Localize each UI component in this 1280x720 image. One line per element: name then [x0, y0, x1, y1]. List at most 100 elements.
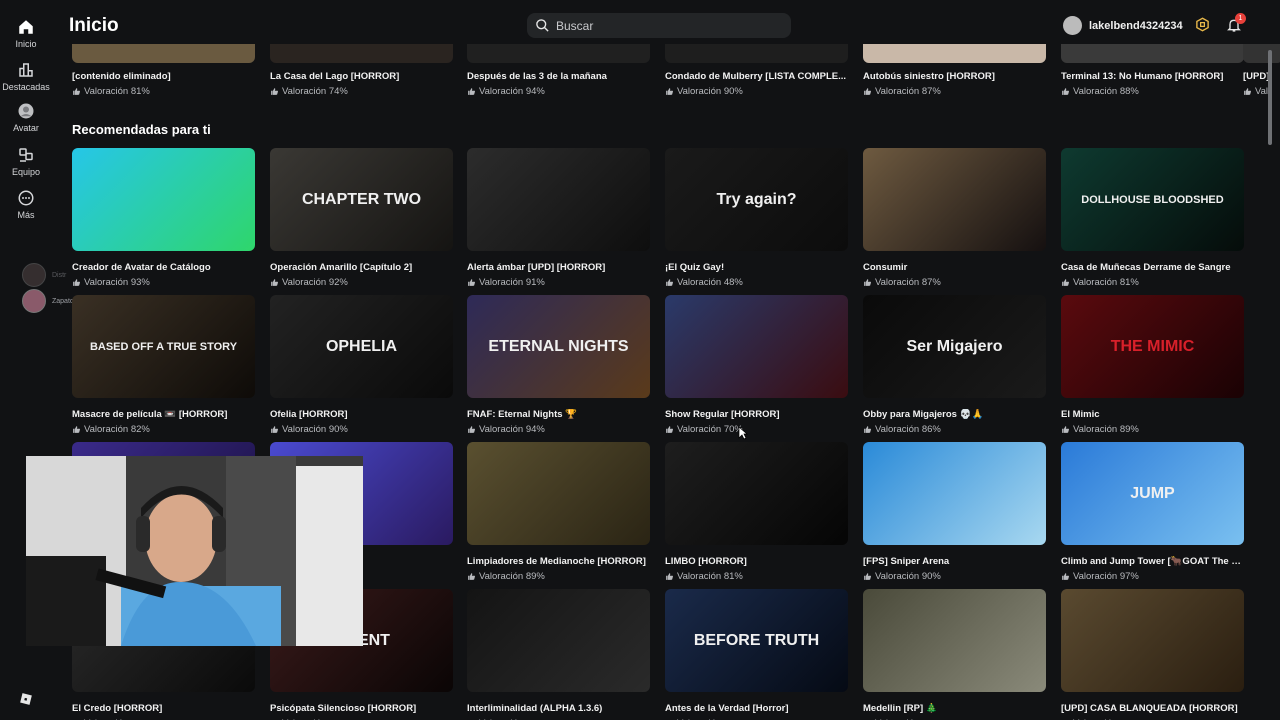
game-title: La Casa del Lago [HORROR] [270, 71, 400, 82]
game-thumbnail: DOLLHOUSE BLOODSHED [1061, 148, 1244, 251]
game-title: ¡El Quiz Gay! [665, 262, 725, 273]
game-tile[interactable]: ETERNAL NIGHTS FNAF: Eternal Nights 🏆 Valo… [467, 295, 650, 435]
thumbnail-text: BASED OFF A TRUE STORY [89, 340, 238, 353]
game-tile[interactable]: OPHELIA Ofelia [HORROR] Valoración 90% [270, 295, 453, 435]
game-tile[interactable]: Creador de Avatar de Catálogo Valoración … [72, 148, 255, 288]
thumbs-up-icon [271, 426, 278, 433]
game-title: Terminal 13: No Humano [HORROR] [1061, 71, 1224, 82]
game-tile[interactable]: Autobús siniestro [HORROR] Valoración 87% [863, 44, 1046, 97]
game-title: Antes de la Verdad [Horror] [665, 703, 789, 714]
game-tile[interactable]: CHAPTER TWO Operación Amarillo [Capítulo … [270, 148, 453, 288]
game-thumbnail: JUMP [1061, 442, 1244, 545]
game-rating: Valoración 81% [1061, 277, 1244, 288]
thumbnail-text: OPHELIA [325, 337, 398, 355]
webcam-image [26, 456, 363, 646]
game-tile[interactable]: BASED OFF A TRUE STORY Masacre de películ… [72, 295, 255, 435]
avatar [1063, 16, 1082, 35]
game-rating: Val [1243, 86, 1280, 97]
game-title: Limpiadores de Medianoche [HORROR] [467, 556, 646, 567]
scrollbar[interactable] [1268, 50, 1272, 145]
game-thumbnail: OPHELIA [270, 295, 453, 398]
game-thumbnail [665, 295, 848, 398]
game-tile[interactable]: [UPD] CASA BLANQUEADA [HORROR]Valoración [1061, 589, 1244, 720]
game-tile[interactable]: DOLLHOUSE BLOODSHED Casa de Muñecas Derra… [1061, 148, 1244, 288]
thumbs-up-icon [73, 426, 80, 433]
game-rating: Valoración 94% [467, 86, 650, 97]
robux-icon[interactable] [1195, 17, 1210, 32]
game-tile[interactable]: JUMP Climb and Jump Tower [🐂GOAT The M...… [1061, 442, 1244, 582]
game-title: Ofelia [HORROR] [270, 409, 348, 420]
user-profile[interactable]: lakelbend4324234 [1063, 16, 1183, 35]
search-input[interactable] [556, 18, 776, 33]
thumbs-up-icon [271, 279, 278, 286]
game-tile[interactable]: Terminal 13: No Humano [HORROR] Valoració… [1061, 44, 1244, 97]
game-tile[interactable]: Consumir Valoración 87% [863, 148, 1046, 288]
game-rating: Valoración 90% [863, 571, 1046, 582]
thumbs-up-icon [271, 88, 278, 95]
game-tile[interactable]: Ser Migajero Obby para Migajeros 💀🙏 Valora… [863, 295, 1046, 435]
game-title: Psicópata Silencioso [HORROR] [270, 703, 417, 714]
game-tile[interactable]: Show Regular [HORROR] Valoración 70% [665, 295, 848, 435]
thumbnail-text: CHAPTER TWO [301, 190, 422, 208]
thumbs-up-icon [666, 426, 673, 433]
game-tile[interactable]: [FPS] Sniper Arena Valoración 90% [863, 442, 1046, 582]
game-thumbnail: CHAPTER TWO [270, 148, 453, 251]
game-tile[interactable]: THE MIMIC El Mimic Valoración 89% [1061, 295, 1244, 435]
thumbs-up-icon [864, 279, 871, 286]
game-thumbnail [467, 589, 650, 692]
game-thumbnail: BEFORE TRUTH [665, 589, 848, 692]
game-thumbnail: ETERNAL NIGHTS [467, 295, 650, 398]
game-tile[interactable]: Alerta ámbar [UPD] [HORROR] Valoración 91… [467, 148, 650, 288]
game-thumbnail: THE MIMIC [1061, 295, 1244, 398]
thumbs-up-icon [1062, 573, 1069, 580]
thumbs-up-icon [864, 426, 871, 433]
game-title: El Credo [HORROR] [72, 703, 163, 714]
game-thumbnail [863, 148, 1046, 251]
game-tile[interactable]: Después de las 3 de la mañana Valoración … [467, 44, 650, 97]
thumbnail-text: Ser Migajero [906, 337, 1003, 355]
thumbnail-text: ETERNAL NIGHTS [488, 337, 629, 355]
search-icon [536, 19, 549, 32]
webcam-overlay [26, 456, 363, 646]
game-thumbnail [467, 148, 650, 251]
game-rating: Valoración 90% [665, 86, 848, 97]
game-title: Alerta ámbar [UPD] [HORROR] [467, 262, 606, 273]
game-rating: Valoración 86% [863, 424, 1046, 435]
game-thumbnail [665, 442, 848, 545]
game-title: Climb and Jump Tower [🐂GOAT The M... [1061, 556, 1244, 567]
game-rating: Valoración 89% [467, 571, 650, 582]
thumbs-up-icon [1062, 279, 1069, 286]
game-title: [contenido eliminado] [72, 71, 171, 82]
thumbs-up-icon [468, 426, 475, 433]
game-title: Condado de Mulberry [LISTA COMPLE... [665, 71, 847, 82]
game-title: Consumir [863, 262, 908, 273]
thumbnail-text: BEFORE TRUTH [693, 631, 820, 649]
game-thumbnail: Ser Migajero [863, 295, 1046, 398]
game-thumbnail: BASED OFF A TRUE STORY [72, 295, 255, 398]
game-rating: Valoración 89% [1061, 424, 1244, 435]
game-title: Después de las 3 de la mañana [467, 71, 607, 82]
game-tile[interactable]: LIMBO [HORROR] Valoración 81% [665, 442, 848, 582]
game-rating: Valoración 74% [270, 86, 453, 97]
game-tile[interactable]: Interliminalidad (ALPHA 1.3.6)Valoración [467, 589, 650, 720]
game-tile[interactable]: Try again? ¡El Quiz Gay! Valoración 48% [665, 148, 848, 288]
thumbs-up-icon [1062, 88, 1069, 95]
search-bar[interactable] [527, 13, 791, 38]
game-tile[interactable]: [UPD] Val [1243, 44, 1280, 97]
game-thumbnail: Try again? [665, 148, 848, 251]
game-tile[interactable]: [contenido eliminado] Valoración 81% [72, 44, 255, 97]
game-title: Interliminalidad (ALPHA 1.3.6) [467, 703, 603, 714]
game-thumbnail [72, 148, 255, 251]
game-title: Autobús siniestro [HORROR] [863, 71, 995, 82]
game-tile[interactable]: Medellin [RP] 🎄Valoración [863, 589, 1046, 720]
thumbs-up-icon [864, 88, 871, 95]
game-tile[interactable]: La Casa del Lago [HORROR] Valoración 74% [270, 44, 453, 97]
game-thumbnail [1061, 589, 1244, 692]
game-tile[interactable]: Limpiadores de Medianoche [HORROR] Valora… [467, 442, 650, 582]
game-tile[interactable]: BEFORE TRUTHAntes de la Verdad [Horror]V… [665, 589, 848, 720]
game-thumbnail [863, 442, 1046, 545]
game-title: [UPD] CASA BLANQUEADA [HORROR] [1061, 703, 1238, 714]
thumbnail-text: JUMP [1130, 484, 1175, 502]
username: lakelbend4324234 [1089, 19, 1183, 32]
game-tile[interactable]: Condado de Mulberry [LISTA COMPLE... Valo… [665, 44, 848, 97]
